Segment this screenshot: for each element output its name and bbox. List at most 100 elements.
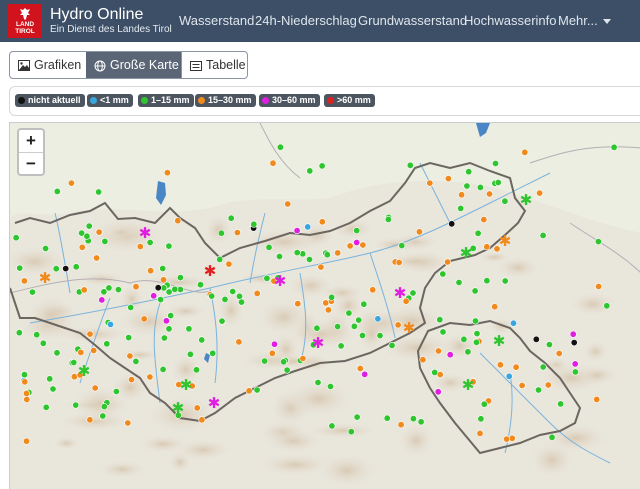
station-marker[interactable] — [253, 289, 261, 297]
station-marker[interactable] — [186, 350, 194, 358]
station-marker[interactable] — [225, 260, 233, 268]
station-marker[interactable] — [322, 299, 330, 307]
station-marker[interactable] — [236, 292, 244, 300]
station-marker[interactable] — [193, 404, 201, 412]
station-marker[interactable] — [15, 329, 23, 337]
station-marker[interactable] — [78, 229, 86, 237]
station-marker[interactable] — [283, 366, 291, 374]
station-marker[interactable] — [472, 338, 480, 346]
station-marker[interactable] — [426, 179, 434, 187]
station-marker[interactable] — [457, 204, 465, 212]
station-marker[interactable] — [317, 263, 325, 271]
station-marker[interactable] — [415, 228, 423, 236]
station-marker[interactable] — [77, 348, 85, 356]
station-marker[interactable] — [460, 335, 468, 343]
snow-station-marker[interactable]: ✱ — [493, 332, 506, 350]
station-marker[interactable] — [276, 143, 284, 151]
station-marker[interactable] — [12, 234, 20, 242]
station-marker[interactable] — [176, 274, 184, 282]
station-marker[interactable] — [318, 218, 326, 226]
station-marker[interactable] — [512, 363, 520, 371]
station-marker[interactable] — [107, 320, 115, 328]
station-marker[interactable] — [398, 242, 406, 250]
station-marker[interactable] — [595, 283, 603, 291]
station-marker[interactable] — [353, 227, 361, 235]
station-marker[interactable] — [353, 239, 361, 247]
station-marker[interactable] — [491, 159, 499, 167]
station-marker[interactable] — [293, 249, 301, 257]
station-marker[interactable] — [70, 359, 78, 367]
station-marker[interactable] — [532, 335, 540, 343]
station-marker[interactable] — [328, 422, 336, 430]
station-marker[interactable] — [359, 241, 367, 249]
snow-station-marker[interactable]: ✱ — [499, 232, 512, 250]
station-marker[interactable] — [265, 243, 273, 251]
station-marker[interactable] — [174, 217, 182, 225]
station-marker[interactable] — [374, 315, 382, 323]
station-marker[interactable] — [313, 324, 321, 332]
station-marker[interactable] — [496, 361, 504, 369]
station-marker[interactable] — [376, 332, 384, 340]
snow-station-marker[interactable]: ✱ — [204, 262, 217, 280]
station-marker[interactable] — [571, 368, 579, 376]
station-marker[interactable] — [280, 358, 288, 366]
legend-nicht-aktuell[interactable]: nicht aktuell — [15, 94, 85, 107]
station-marker[interactable] — [485, 190, 493, 198]
station-marker[interactable] — [23, 437, 31, 445]
snow-station-marker[interactable]: ✱ — [460, 244, 473, 262]
station-marker[interactable] — [171, 285, 179, 293]
station-marker[interactable] — [114, 286, 122, 294]
station-marker[interactable] — [397, 421, 405, 429]
station-marker[interactable] — [78, 243, 86, 251]
station-marker[interactable] — [157, 296, 165, 304]
station-marker[interactable] — [70, 373, 78, 381]
station-marker[interactable] — [90, 347, 98, 355]
legend-gt-60mm[interactable]: >60 mm — [324, 94, 375, 107]
station-marker[interactable] — [270, 340, 278, 348]
station-marker[interactable] — [434, 347, 442, 355]
station-marker[interactable] — [395, 259, 403, 267]
station-marker[interactable] — [294, 300, 302, 308]
station-marker[interactable] — [216, 255, 224, 263]
station-marker[interactable] — [458, 191, 466, 199]
station-marker[interactable] — [146, 373, 154, 381]
station-marker[interactable] — [409, 289, 417, 297]
nav-mehr-dropdown[interactable]: Mehr... — [558, 13, 611, 28]
station-marker[interactable] — [557, 400, 565, 408]
station-marker[interactable] — [16, 264, 24, 272]
station-marker[interactable] — [284, 200, 292, 208]
view-grafiken-button[interactable]: Grafiken — [10, 52, 86, 78]
legend-15-30mm[interactable]: 15–30 mm — [195, 94, 256, 107]
station-marker[interactable] — [483, 243, 491, 251]
station-marker[interactable] — [100, 288, 108, 296]
station-marker[interactable] — [409, 415, 417, 423]
station-marker[interactable] — [20, 277, 28, 285]
zoom-out-button[interactable]: − — [19, 152, 43, 175]
station-marker[interactable] — [394, 321, 402, 329]
station-marker[interactable] — [165, 242, 173, 250]
station-marker[interactable] — [163, 169, 171, 177]
station-marker[interactable] — [209, 349, 217, 357]
station-marker[interactable] — [80, 286, 88, 294]
station-marker[interactable] — [350, 322, 358, 330]
station-marker[interactable] — [33, 331, 41, 339]
station-marker[interactable] — [112, 387, 120, 395]
station-marker[interactable] — [217, 229, 225, 237]
station-marker[interactable] — [473, 330, 481, 338]
station-marker[interactable] — [539, 231, 547, 239]
nav-24h-niederschlag[interactable]: 24h-Niederschlag — [255, 13, 357, 28]
station-marker[interactable] — [227, 214, 235, 222]
station-marker[interactable] — [221, 295, 229, 303]
station-marker[interactable] — [198, 336, 206, 344]
station-marker[interactable] — [250, 220, 258, 228]
station-marker[interactable] — [86, 330, 94, 338]
snow-station-marker[interactable]: ✱ — [394, 284, 407, 302]
station-marker[interactable] — [193, 366, 201, 374]
zoom-in-button[interactable]: + — [19, 130, 43, 152]
snow-station-marker[interactable]: ✱ — [172, 399, 185, 417]
station-marker[interactable] — [328, 293, 336, 301]
station-marker[interactable] — [72, 401, 80, 409]
snow-station-marker[interactable]: ✱ — [312, 334, 325, 352]
station-marker[interactable] — [23, 389, 31, 397]
map-canvas[interactable]: ✱ ✱ ✱ ✱ ✱ ✱ ✱ ✱ ✱ ✱ ✱ ✱ ✱ ✱ ✱ ✱ — [10, 123, 640, 489]
